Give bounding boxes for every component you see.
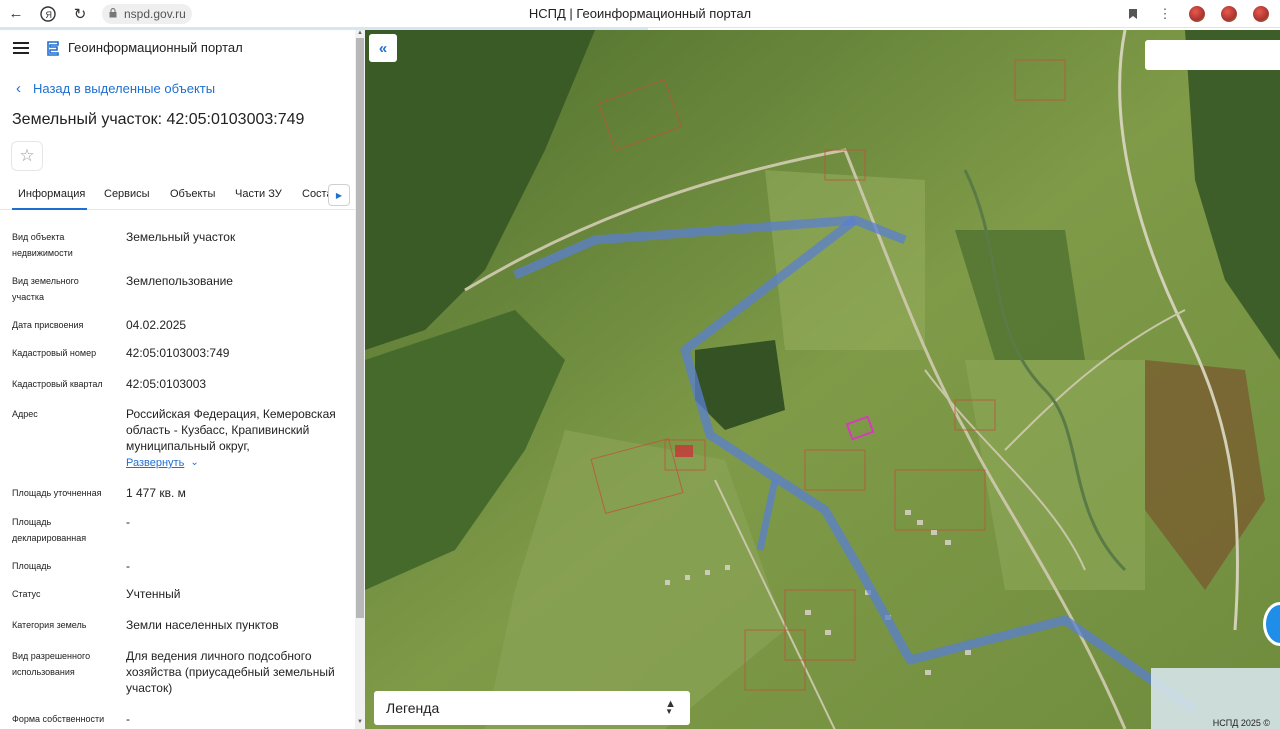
svg-text:Я: Я: [46, 10, 53, 20]
chevron-down-icon: ⌄: [190, 457, 199, 468]
info-panel: Геоинформационный портал ‹ Назад в выдел…: [0, 30, 355, 729]
field-label: Вид объекта недвижимости: [12, 232, 73, 258]
field-label: Статус: [12, 589, 41, 599]
field-label: Вид разрешенного использования: [12, 651, 91, 677]
scroll-down-icon[interactable]: ▼: [356, 719, 364, 725]
address-text: Российская Федерация, Кемеровская област…: [126, 407, 336, 453]
browser-logo-icon[interactable]: Я: [32, 0, 64, 28]
field-value: 1 477 кв. м: [126, 486, 186, 500]
field-label: Кадастровый номер: [12, 348, 97, 358]
back-to-selected-link[interactable]: ‹ Назад в выделенные объекты: [16, 81, 215, 96]
field-label: Кадастровый квартал: [12, 379, 103, 389]
field-value: Земельный участок: [126, 230, 236, 244]
map-search-input[interactable]: [1145, 40, 1280, 70]
extension-icon[interactable]: [1184, 3, 1210, 25]
active-tab-indicator: [12, 208, 87, 210]
field-label: Адрес: [12, 409, 38, 419]
chevron-left-icon: ‹: [16, 80, 21, 97]
field-label: Вид земельного участка: [12, 276, 79, 302]
more-menu-icon[interactable]: ⋮: [1152, 3, 1178, 25]
legend-dropdown[interactable]: Легенда ▲ ▼: [374, 691, 690, 725]
tab-services[interactable]: Сервисы: [104, 188, 150, 200]
scroll-up-icon[interactable]: ▲: [356, 30, 364, 36]
expand-label: Развернуть: [126, 457, 185, 469]
tab-parts[interactable]: Части ЗУ: [235, 188, 282, 200]
tab-title: НСПД | Геоинформационный портал: [528, 6, 752, 21]
field-label: Площадь декларированная: [12, 517, 87, 543]
field-label: Площадь уточненная: [12, 488, 102, 498]
field-label: Площадь: [12, 561, 52, 571]
tabs-scroll-right-button[interactable]: ▶: [328, 184, 350, 206]
extension-icon[interactable]: [1216, 3, 1242, 25]
bookmark-icon[interactable]: [1120, 3, 1146, 25]
browser-toolbar: ← Я ↻ nspd.gov.ru НСПД | Геоинформационн…: [0, 0, 1280, 30]
field-value: Учтенный: [126, 587, 181, 601]
field-value: Землепользование: [126, 274, 233, 288]
field-label: Форма собственности: [12, 714, 105, 724]
scrollbar-thumb[interactable]: [356, 38, 364, 618]
field-value: -: [126, 712, 130, 726]
field-value: 42:05:0103003:749: [126, 346, 230, 360]
lock-icon: [109, 8, 117, 18]
panel-scrollbar[interactable]: ▲ ▼: [355, 30, 365, 729]
sort-arrows-icon: ▲ ▼: [665, 698, 676, 716]
field-value: -: [126, 559, 130, 573]
field-value: Российская Федерация, Кемеровская област…: [126, 406, 351, 471]
object-title: Земельный участок: 42:05:0103003:749: [12, 111, 305, 128]
field-value: Для ведения личного подсобного хозяйства…: [126, 649, 335, 695]
extension-icon[interactable]: [1248, 3, 1274, 25]
legend-label: Легенда: [386, 700, 440, 716]
portal-name: Геоинформационный портал: [68, 40, 243, 55]
expand-address-button[interactable]: Развернуть ⌄: [126, 455, 199, 471]
panel-header: Геоинформационный портал: [0, 30, 355, 68]
tab-composition[interactable]: Состав ЗУ: [302, 188, 330, 200]
satellite-imagery: [365, 30, 1280, 729]
field-label: Категория земель: [12, 620, 87, 630]
collapse-panel-button[interactable]: «: [369, 34, 397, 62]
reload-icon[interactable]: ↻: [64, 0, 96, 28]
tab-bar: Информация Сервисы Объекты Части ЗУ Сост…: [0, 180, 355, 210]
back-arrow-icon[interactable]: ←: [0, 0, 32, 28]
menu-icon[interactable]: [13, 42, 29, 54]
field-value: -: [126, 515, 130, 529]
field-value: 04.02.2025: [126, 318, 187, 332]
map-copyright: НСПД 2025 ©: [1212, 718, 1270, 728]
back-link-label: Назад в выделенные объекты: [33, 81, 216, 96]
favorite-star-icon[interactable]: ☆: [11, 141, 43, 171]
tab-info[interactable]: Информация: [18, 188, 85, 200]
map-view[interactable]: « Легенда ▲ ▼ НСПД 2025 ©: [365, 30, 1280, 729]
address-bar[interactable]: nspd.gov.ru: [102, 4, 192, 24]
field-value: 42:05:0103003: [126, 377, 207, 391]
tab-objects[interactable]: Объекты: [170, 188, 215, 200]
field-value: Земли населенных пунктов: [126, 618, 279, 632]
field-label: Дата присвоения: [12, 320, 84, 330]
portal-logo-icon: [47, 41, 59, 56]
url-text: nspd.gov.ru: [124, 7, 186, 21]
